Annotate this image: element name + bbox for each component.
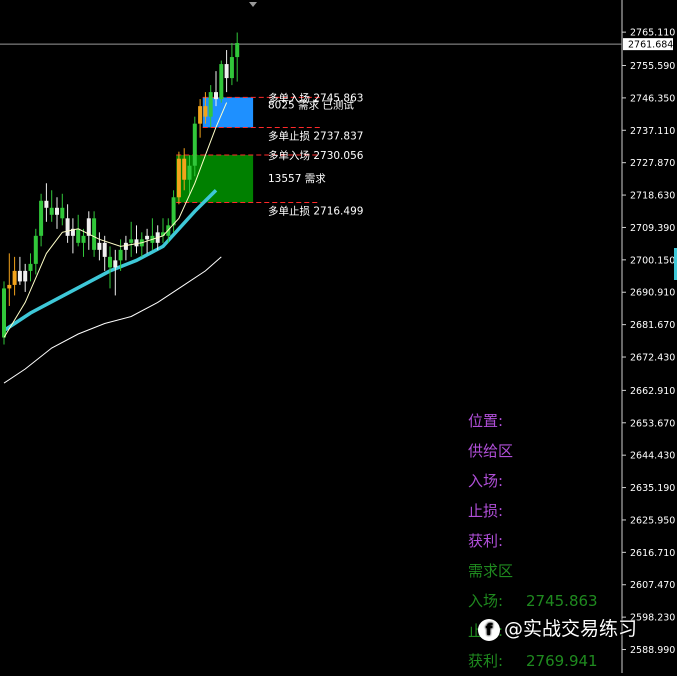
candle-body — [108, 256, 112, 268]
price-tick-label: 2616.710 — [630, 548, 675, 559]
candle-body — [214, 92, 218, 100]
candle-body — [65, 218, 70, 236]
price-tick-label: 2755.590 — [630, 61, 675, 72]
panel-row-key: 供给区 — [468, 442, 514, 460]
candle-body — [39, 200, 44, 236]
candle-body — [171, 197, 176, 226]
candle-body — [97, 242, 102, 250]
price-tick-label: 2625.950 — [630, 515, 675, 526]
panel-row-key: 位置: — [468, 412, 504, 430]
panel-row-value: 2745.863 — [526, 592, 598, 610]
candle-body — [192, 123, 197, 166]
panel-row: 入场: — [468, 466, 628, 496]
price-tick-label: 2727.870 — [630, 158, 675, 169]
panel-row-key: 获利: — [468, 532, 504, 550]
candle-body — [81, 235, 86, 243]
zone-stop-label: 多单止损 2737.837 — [268, 130, 363, 143]
price-tick-label: 2635.190 — [630, 483, 675, 494]
candle-body — [7, 284, 12, 289]
price-tick-label: 2644.430 — [630, 451, 675, 462]
candle-body — [219, 64, 224, 100]
price-tick-label: 2709.390 — [630, 223, 675, 234]
panel-row-key: 需求区 — [468, 562, 514, 580]
price-tick-label: 2718.630 — [630, 191, 675, 202]
candle-body — [134, 239, 139, 247]
watermark-text: @实战交易练习 — [504, 618, 638, 640]
candle-body — [118, 249, 123, 261]
candle-body — [176, 158, 181, 198]
panel-row-value: 2769.941 — [526, 652, 598, 670]
panel-row: 止损: — [468, 496, 628, 526]
zone-volume-label: 13557 需求 — [268, 173, 326, 185]
price-tick-label: 2607.470 — [630, 580, 675, 591]
candle-body — [235, 43, 240, 58]
price-tick-label: 2672.430 — [630, 353, 675, 364]
candle-body — [76, 228, 81, 243]
price-tick-label: 2662.910 — [630, 386, 675, 397]
price-tick-label: 2653.670 — [630, 418, 675, 429]
candle-body — [208, 92, 213, 117]
candle-body — [60, 207, 65, 219]
panel-row-key: 入场: — [468, 592, 504, 610]
candle-body — [49, 207, 54, 215]
candle-body — [113, 260, 118, 268]
zone-volume-label: 8025 需求 已测试 — [268, 98, 354, 111]
candle-body — [187, 165, 192, 180]
price-tick-label: 2690.910 — [630, 288, 675, 299]
panel-row: 需求区 — [468, 556, 628, 586]
facebook-icon: f — [478, 618, 500, 641]
candle-body — [102, 242, 107, 257]
candle-body — [17, 270, 22, 282]
candle-body — [123, 242, 128, 250]
candle-body — [55, 207, 59, 215]
candle-body — [12, 270, 17, 285]
candle-body — [129, 239, 134, 243]
panel-row: 获利: — [468, 526, 628, 556]
candle-body — [44, 200, 49, 208]
current-price-label: 2761.684 — [628, 40, 673, 51]
candle-body — [23, 270, 28, 282]
panel-row: 供给区 — [468, 436, 628, 466]
watermark: f @实战交易练习 — [478, 614, 637, 641]
panel-row-key: 入场: — [468, 472, 504, 490]
price-tick-label: 2765.110 — [630, 28, 675, 39]
candle-body — [229, 57, 234, 79]
candle-body — [33, 235, 38, 264]
candle-body — [2, 288, 6, 338]
candle-body — [198, 106, 203, 124]
price-tick-label: 2746.350 — [630, 93, 675, 104]
panel-row-key: 获利: — [468, 652, 504, 670]
price-tick-label: 2737.110 — [630, 126, 675, 137]
candle-body — [203, 106, 208, 117]
price-tick-label: 2681.670 — [630, 320, 675, 331]
panel-row: 入场: 2745.863 — [468, 586, 628, 616]
price-tick-label: 2700.150 — [630, 255, 675, 266]
zone-stop-label: 多单止损 2716.499 — [268, 205, 363, 218]
panel-row: 获利: 2769.941 — [468, 646, 628, 676]
price-tick-label: 2588.990 — [630, 645, 675, 656]
candle-body — [28, 263, 33, 271]
candle-body — [92, 218, 97, 250]
candle-body — [182, 158, 187, 180]
candle-body — [224, 64, 229, 79]
candle-body — [145, 235, 150, 240]
panel-row-key: 止损: — [468, 502, 504, 520]
panel-row: 位置: — [468, 406, 628, 436]
zone-entry-label: 多单入场 2730.056 — [268, 149, 364, 162]
